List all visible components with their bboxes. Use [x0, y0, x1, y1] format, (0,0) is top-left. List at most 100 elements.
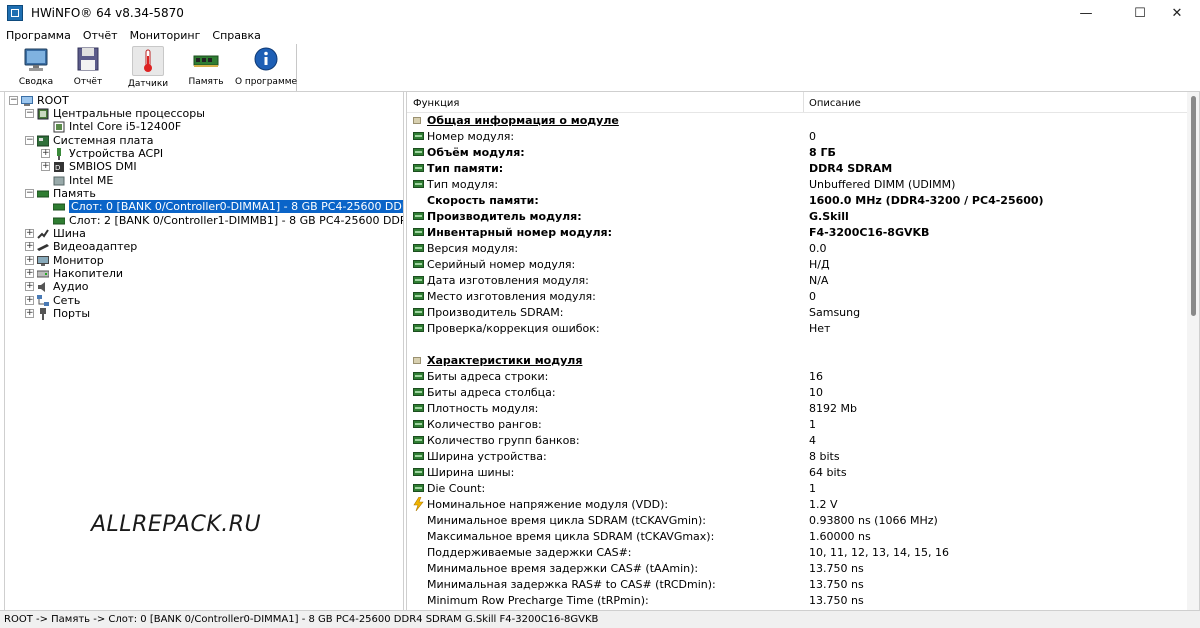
table-row[interactable]: Место изготовления модуля: 0 [407, 289, 1187, 305]
table-row[interactable]: Минимальное время цикла SDRAM (tCKAVGmin… [407, 513, 1187, 529]
table-row[interactable]: Версия модуля: 0.0 [407, 241, 1187, 257]
summary-button[interactable]: Сводка [8, 46, 64, 90]
voltage-bolt-icon [413, 496, 424, 512]
tree-item-root[interactable]: − ROOT [9, 94, 69, 107]
field-value: 64 bits [809, 466, 847, 479]
table-row[interactable]: Серийный номер модуля: Н/Д [407, 257, 1187, 273]
menu-report[interactable]: Отчёт [77, 29, 124, 42]
column-header-description[interactable]: Описание [809, 94, 861, 112]
collapse-toggle[interactable]: − [25, 109, 34, 118]
table-row[interactable]: Биты адреса столбца: 10 [407, 385, 1187, 401]
table-row[interactable]: Номинальное напряжение модуля (VDD): 1.2 … [407, 496, 1187, 513]
table-row[interactable]: Номер модуля: 0 [407, 129, 1187, 145]
column-header-function[interactable]: Функция [413, 94, 459, 112]
memory-label: Память [188, 77, 224, 87]
table-row[interactable]: Ширина шины: 64 bits [407, 465, 1187, 481]
table-row[interactable]: Тип модуля: Unbuffered DIMM (UDIMM) [407, 177, 1187, 193]
memory-module-icon [413, 212, 424, 220]
expand-toggle[interactable]: + [25, 282, 34, 291]
menu-monitoring[interactable]: Мониторинг [124, 29, 207, 42]
tree-item-acpi[interactable]: + Устройства ACPI [41, 147, 163, 160]
field-value: 0 [809, 290, 816, 303]
field-value: 13.750 ns [809, 562, 864, 575]
svg-text:D: D [55, 164, 60, 172]
speaker-icon [37, 281, 49, 293]
vertical-scrollbar[interactable] [1187, 92, 1199, 610]
table-row[interactable]: Минимальное время задержки CAS# (tAAmin)… [407, 561, 1187, 577]
thermometer-icon [132, 46, 164, 76]
memory-module-icon [413, 260, 424, 268]
tree-item-monitor[interactable]: + Монитор [25, 254, 104, 267]
section-header-row[interactable]: Общая информация о модуле [407, 113, 1187, 129]
collapse-toggle[interactable]: − [25, 189, 34, 198]
field-value: 8 ГБ [809, 146, 836, 159]
memory-module-icon [52, 201, 66, 213]
field-value: G.Skill [809, 210, 849, 223]
menu-program[interactable]: Программа [0, 29, 77, 42]
menu-bar: Программа Отчёт Мониторинг Справка [0, 26, 1200, 44]
tree-item-intel-me[interactable]: Intel ME [53, 174, 113, 187]
table-row[interactable]: Инвентарный номер модуля: F4-3200C16-8GVK… [407, 225, 1187, 241]
tree-item-memory[interactable]: − Память [25, 187, 96, 200]
collapse-toggle[interactable]: − [9, 96, 18, 105]
table-row[interactable]: Производитель модуля: G.Skill [407, 209, 1187, 225]
table-row[interactable]: Минимальная задержка RAS# to CAS# (tRCDm… [407, 577, 1187, 593]
tree-item-slot-0[interactable]: Слот: 0 [BANK 0/Controller0-DIMMA1] - 8 … [52, 200, 403, 213]
table-row[interactable]: Ширина устройства: 8 bits [407, 449, 1187, 465]
table-row[interactable]: Minimum Row Precharge Time (tRPmin): 13.7… [407, 593, 1187, 609]
tree-item-smbios[interactable]: + D SMBIOS DMI [41, 160, 137, 173]
table-row[interactable]: Тип памяти: DDR4 SDRAM [407, 161, 1187, 177]
table-row[interactable]: Максимальное время цикла SDRAM (tCKAVGma… [407, 529, 1187, 545]
expand-toggle[interactable]: + [25, 256, 34, 265]
table-row[interactable]: Количество рангов: 1 [407, 417, 1187, 433]
tree-item-bus[interactable]: + Шина [25, 227, 86, 240]
report-label: Отчёт [73, 77, 103, 87]
expand-toggle[interactable]: + [41, 149, 50, 158]
memory-module-icon [413, 436, 424, 444]
tree-item-cpus[interactable]: − Центральные процессоры [25, 107, 205, 120]
device-tree-panel[interactable]: − ROOT − Центральные процессоры Intel Co… [4, 91, 404, 611]
memory-button[interactable]: Память [178, 46, 234, 90]
about-button[interactable]: О программе [235, 46, 297, 90]
table-row[interactable]: Биты адреса строки: 16 [407, 369, 1187, 385]
tree-item-ports[interactable]: + Порты [25, 307, 90, 320]
table-row[interactable]: Объём модуля: 8 ГБ [407, 145, 1187, 161]
sensors-label: Датчики [127, 79, 169, 89]
section-header-row[interactable]: Характеристики модуля [407, 353, 1187, 369]
minimize-button[interactable]: — [1063, 0, 1109, 26]
tree-item-slot-2[interactable]: Слот: 2 [BANK 0/Controller1-DIMMB1] - 8 … [52, 214, 403, 227]
scrollbar-thumb[interactable] [1191, 96, 1196, 316]
tree-item-motherboard[interactable]: − Системная плата [25, 134, 154, 147]
tree-item-drives[interactable]: + Накопители [25, 267, 123, 280]
expand-toggle[interactable]: + [25, 269, 34, 278]
column-separator[interactable] [803, 92, 804, 112]
tree-item-audio[interactable]: + Аудио [25, 280, 89, 293]
tree-item-gpu[interactable]: + Видеоадаптер [25, 240, 137, 253]
table-row[interactable]: Поддерживаемые задержки CAS#: 10, 11, 12,… [407, 545, 1187, 561]
table-row[interactable]: Плотность модуля: 8192 Mb [407, 401, 1187, 417]
expand-toggle[interactable]: + [25, 242, 34, 251]
table-row[interactable]: Die Count: 1 [407, 481, 1187, 497]
acpi-plug-icon [53, 147, 65, 160]
menu-help[interactable]: Справка [206, 29, 266, 42]
table-row[interactable]: Дата изготовления модуля: N/A [407, 273, 1187, 289]
expand-toggle[interactable]: + [25, 296, 34, 305]
status-bar: ROOT -> Память -> Слот: 0 [BANK 0/Contro… [0, 610, 1200, 628]
table-row[interactable]: Скорость памяти: 1600.0 MHz (DDR4-3200 / … [407, 193, 1187, 209]
sensors-button[interactable]: Датчики [120, 46, 176, 90]
table-row[interactable]: Проверка/коррекция ошибок: Нет [407, 321, 1187, 337]
details-panel[interactable]: Функция Описание Общая информация о моду… [406, 91, 1200, 611]
table-row[interactable]: Производитель SDRAM: Samsung [407, 305, 1187, 321]
tree-item-cpu-intel[interactable]: Intel Core i5-12400F [53, 120, 181, 133]
table-row[interactable]: Количество групп банков: 4 [407, 433, 1187, 449]
tree-item-network[interactable]: + Сеть [25, 294, 80, 307]
field-value: 13.750 ns [809, 578, 864, 591]
field-value: 10, 11, 12, 13, 14, 15, 16 [809, 546, 949, 559]
expand-toggle[interactable]: + [41, 162, 50, 171]
field-value: 1.2 V [809, 498, 838, 511]
report-button[interactable]: Отчёт [60, 46, 116, 90]
expand-toggle[interactable]: + [25, 309, 34, 318]
close-button[interactable]: ✕ [1154, 0, 1200, 26]
expand-toggle[interactable]: + [25, 229, 34, 238]
collapse-toggle[interactable]: − [25, 136, 34, 145]
